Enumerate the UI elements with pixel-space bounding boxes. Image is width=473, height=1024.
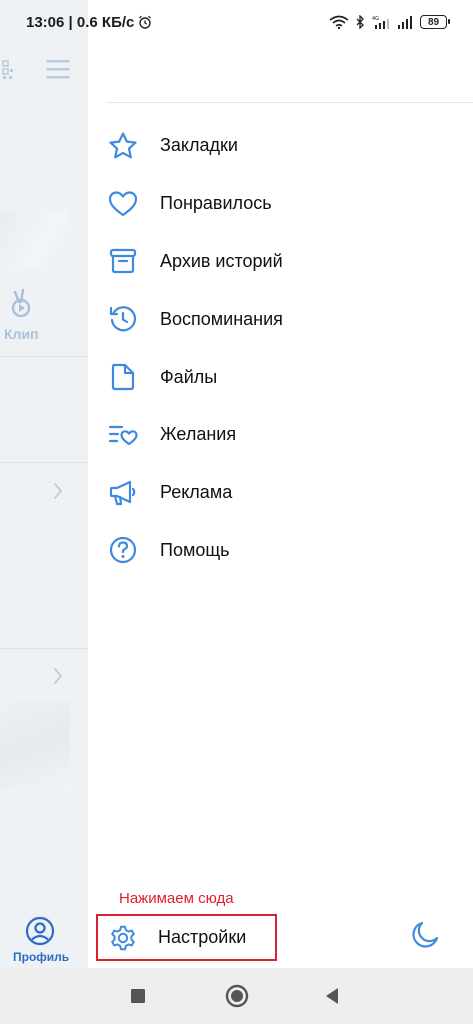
system-nav-bar (0, 968, 473, 1024)
menu-item-label: Воспоминания (160, 308, 283, 329)
menu-item-stories-archive[interactable]: Архив историй (88, 233, 473, 291)
history-icon (107, 303, 139, 335)
menu-icon[interactable] (46, 58, 72, 80)
drawer-divider (106, 102, 473, 103)
back-triangle-icon[interactable] (324, 987, 340, 1005)
status-left: 13:06 | 0.6 КБ/с (26, 14, 152, 31)
status-time: 13:06 | 0.6 КБ/с (26, 13, 135, 31)
menu-item-liked[interactable]: Понравилось (88, 175, 473, 233)
heart-icon (107, 188, 139, 220)
clip-label: Клип (4, 326, 39, 342)
menu-item-label: Архив историй (160, 250, 283, 271)
svg-text:4G: 4G (372, 16, 379, 22)
menu-item-label: Реклама (160, 482, 233, 503)
blurred-content (0, 210, 70, 270)
qr-code-icon (2, 60, 13, 79)
chevron-right-icon (54, 483, 63, 499)
bluetooth-icon (356, 15, 364, 29)
menu-item-ads[interactable]: Реклама (88, 464, 473, 522)
moon-icon[interactable] (410, 920, 440, 950)
menu-item-memories[interactable]: Воспоминания (88, 290, 473, 348)
divider (0, 648, 88, 649)
profile-tab[interactable]: Профиль (0, 908, 88, 968)
wishlist-icon (107, 419, 139, 451)
home-circle-icon[interactable] (225, 984, 249, 1008)
status-bar: 13:06 | 0.6 КБ/с 4G 89 (0, 0, 473, 44)
settings-button[interactable]: Настройки (96, 914, 277, 961)
menu-item-bookmarks[interactable]: Закладки (88, 117, 473, 175)
battery-indicator: 89 (420, 15, 450, 29)
settings-label: Настройки (158, 927, 247, 947)
star-icon (107, 130, 139, 162)
profile-icon (25, 916, 55, 946)
wifi-icon (329, 15, 349, 29)
gear-icon (111, 925, 135, 950)
profile-label: Профиль (13, 950, 70, 964)
recents-square-icon[interactable] (130, 988, 146, 1004)
divider (0, 356, 88, 357)
menu-item-wishes[interactable]: Желания (88, 406, 473, 464)
alarm-icon (139, 15, 152, 29)
side-drawer: Закладки Понравилось Архив историй Воспо… (88, 0, 473, 968)
archive-icon (107, 245, 139, 277)
menu-item-label: Помощь (160, 539, 230, 560)
megaphone-icon (107, 477, 139, 509)
signal-4g-icon: 4G (372, 16, 389, 29)
menu-item-label: Понравилось (160, 193, 272, 214)
signal-icon (398, 16, 412, 29)
screen: Клип 13:06 | 0.6 КБ/с 4G 89 Закладки Пон… (0, 0, 473, 1024)
help-icon (107, 534, 139, 566)
divider (0, 462, 88, 463)
blurred-content (0, 700, 70, 790)
chevron-right-icon (54, 668, 63, 684)
menu-item-label: Желания (160, 424, 237, 445)
menu-item-label: Закладки (160, 135, 238, 156)
background-screen[interactable]: Клип (0, 0, 88, 968)
status-right: 4G 89 (329, 15, 450, 29)
clip-icon[interactable] (9, 288, 37, 320)
drawer-menu: Закладки Понравилось Архив историй Воспо… (88, 117, 473, 579)
annotation-text: Нажимаем сюда (119, 890, 234, 907)
menu-item-label: Файлы (160, 366, 218, 387)
file-icon (107, 361, 139, 393)
menu-item-files[interactable]: Файлы (88, 348, 473, 406)
menu-item-help[interactable]: Помощь (88, 522, 473, 580)
